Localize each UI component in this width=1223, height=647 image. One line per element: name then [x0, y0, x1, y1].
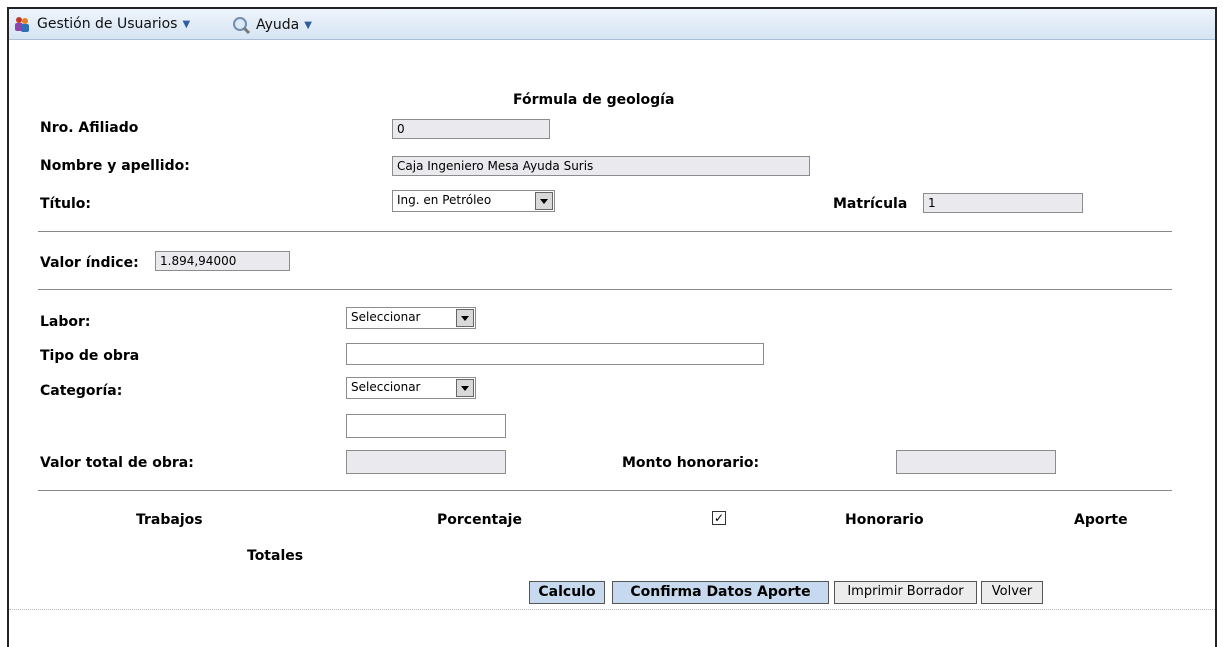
menu-help[interactable]: Ayuda ▼: [231, 15, 312, 35]
matricula-label: Matrícula: [833, 196, 908, 212]
divider: [38, 490, 1172, 491]
categoria-select[interactable]: Seleccionar: [346, 377, 476, 399]
labor-select-value: Seleccionar: [351, 310, 421, 324]
row-totales: Totales: [247, 548, 304, 564]
matricula-field[interactable]: 1: [923, 193, 1083, 213]
menu-users-label: Gestión de Usuarios: [37, 16, 178, 32]
nombre-field[interactable]: Caja Ingeniero Mesa Ayuda Suris: [392, 156, 810, 176]
volver-button[interactable]: Volver: [981, 581, 1043, 604]
col-honorario: Honorario: [845, 512, 924, 528]
categoria-select-value: Seleccionar: [351, 380, 421, 394]
titulo-label: Título:: [40, 196, 92, 212]
confirma-button[interactable]: Confirma Datos Aporte: [612, 581, 829, 604]
tipo-obra-label: Tipo de obra: [40, 348, 140, 364]
chevron-down-icon: ▼: [304, 19, 312, 31]
valor-total-label: Valor total de obra:: [40, 455, 194, 471]
divider: [38, 289, 1172, 290]
monto-field[interactable]: [896, 450, 1056, 474]
monto-label: Monto honorario:: [622, 455, 760, 471]
imprimir-button[interactable]: Imprimir Borrador: [834, 581, 977, 604]
nombre-label: Nombre y apellido:: [40, 158, 190, 174]
menu-users[interactable]: Gestión de Usuarios ▼: [13, 15, 190, 33]
chevron-down-icon: ▼: [182, 18, 191, 30]
extra-field[interactable]: [346, 414, 506, 438]
valor-indice-label: Valor índice:: [40, 255, 139, 271]
valor-total-field[interactable]: [346, 450, 506, 474]
footer-divider: [9, 609, 1215, 610]
divider: [38, 231, 1172, 232]
dropdown-arrow-icon: [456, 309, 474, 327]
aporte-checkbox[interactable]: ✓: [712, 511, 726, 525]
tipo-obra-field[interactable]: [346, 343, 764, 365]
afiliado-label: Nro. Afiliado: [40, 120, 139, 136]
labor-select[interactable]: Seleccionar: [346, 307, 476, 329]
titulo-select-value: Ing. en Petróleo: [397, 193, 492, 207]
dropdown-arrow-icon: [535, 192, 553, 210]
categoria-label: Categoría:: [40, 383, 123, 399]
col-porcentaje: Porcentaje: [437, 512, 522, 528]
afiliado-field[interactable]: 0: [392, 119, 550, 139]
valor-indice-field[interactable]: 1.894,94000: [155, 251, 290, 271]
users-icon: [15, 17, 29, 32]
titulo-select[interactable]: Ing. en Petróleo: [392, 190, 555, 212]
col-trabajos: Trabajos: [136, 512, 203, 528]
search-icon: [233, 17, 251, 35]
dropdown-arrow-icon: [456, 379, 474, 397]
page-title: Fórmula de geología: [513, 92, 675, 108]
calculo-button[interactable]: Calculo: [529, 581, 605, 604]
menu-help-label: Ayuda: [256, 17, 300, 33]
col-aporte: Aporte: [1074, 512, 1128, 528]
labor-label: Labor:: [40, 314, 91, 330]
menu-bar: Gestión de Usuarios ▼ Ayuda ▼: [9, 9, 1215, 40]
